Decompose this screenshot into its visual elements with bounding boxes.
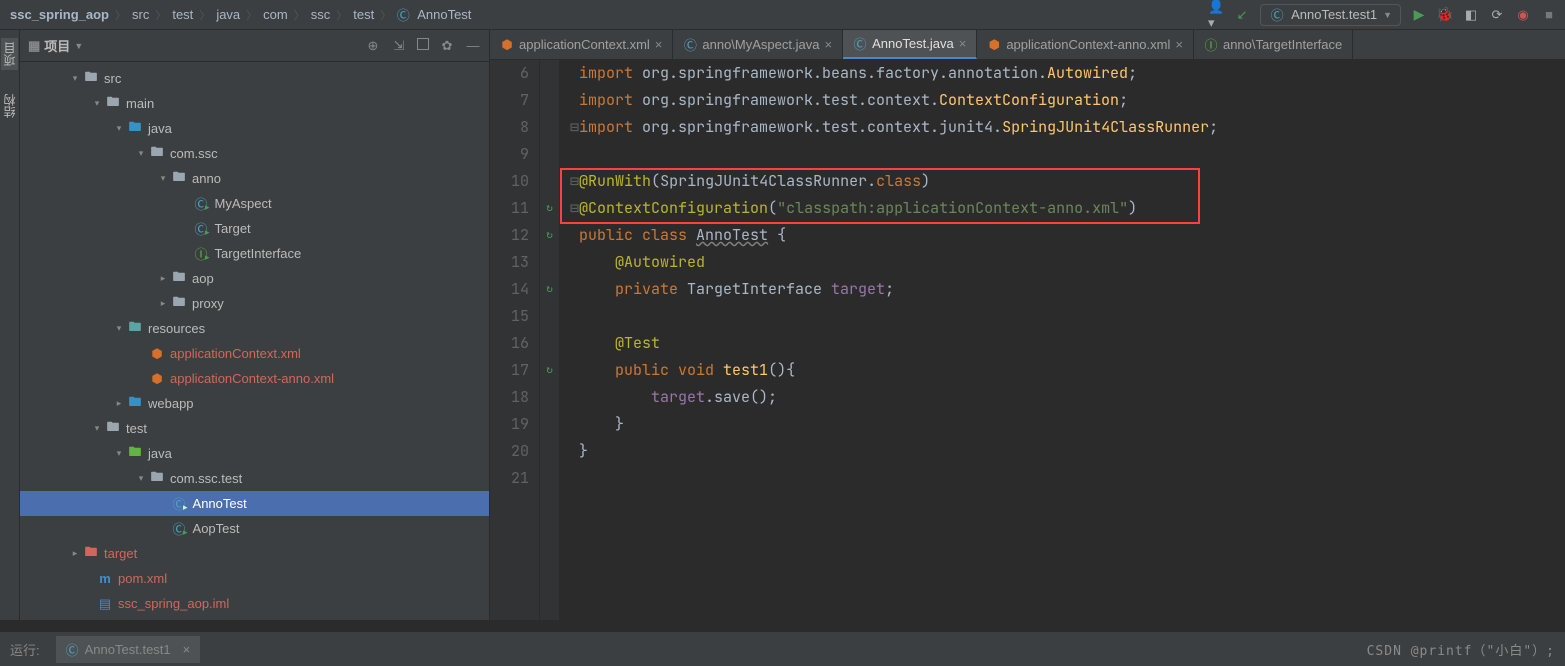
line-number-gutter: 6789101112131415161718192021 [490,60,540,620]
chevron-right-icon: 〉 [294,7,305,23]
tree-node-appctx-anno[interactable]: ⬢applicationContext-anno.xml [20,366,489,391]
breadcrumb: ssc_spring_aop 〉 src 〉 test 〉 java 〉 com… [8,7,1208,23]
breadcrumb-seg[interactable]: test [170,7,195,22]
project-tool-tab[interactable]: 项目 [1,38,18,70]
chevron-right-icon: 〉 [155,7,166,23]
build-icon[interactable]: ↙ [1234,7,1250,23]
user-icon[interactable]: 👤▾ [1208,7,1224,23]
gutter-icons: ↻ ↻ ↻ ↻ [540,60,560,620]
tree-node-java[interactable]: ▾🖿java [20,116,489,141]
debug-button[interactable]: 🐞 [1437,7,1453,23]
structure-tool-tab[interactable]: 结构 [1,90,18,122]
editor-area: ⬢applicationContext.xml× Ⓒanno\MyAspect.… [490,30,1565,620]
class-icon: Ⓒ [853,37,867,51]
project-tool-window: ▦ 项目 ▼ ⊕ ⇲ ✿ — ▾🖿src ▾🖿main ▾🖿java ▾🖿com… [20,30,490,620]
run-gutter-icon[interactable]: ↻ [540,222,559,249]
tree-node-target[interactable]: Ⓒ▸Target [20,216,489,241]
tree-node-myaspect[interactable]: Ⓒ▸MyAspect [20,191,489,216]
test-icon: Ⓒ [1269,7,1285,23]
chevron-right-icon: 〉 [380,7,391,23]
close-icon[interactable]: × [183,642,191,657]
run-button[interactable]: ▶ [1411,7,1427,23]
interface-icon: Ⓘ [1204,38,1218,52]
tree-node-targetinterface[interactable]: Ⓘ▸TargetInterface [20,241,489,266]
code-content[interactable]: import org.springframework.beans.factory… [560,60,1565,620]
chevron-right-icon: 〉 [246,7,257,23]
tree-node-aop[interactable]: ▸🖿aop [20,266,489,291]
tree-node-anno[interactable]: ▾🖿anno [20,166,489,191]
tree-node-iml[interactable]: ▤ssc_spring_aop.iml [20,591,489,616]
class-icon: Ⓒ [395,7,411,23]
tree-node-main[interactable]: ▾🖿main [20,91,489,116]
chevron-right-icon: 〉 [199,7,210,23]
settings-icon[interactable]: ✿ [439,38,455,54]
tree-node-webapp[interactable]: ▸🖿webapp [20,391,489,416]
chevron-down-icon: ▼ [1383,10,1392,20]
collapse-all-icon[interactable] [417,38,429,50]
tree-node-test[interactable]: ▾🖿test [20,416,489,441]
editor-tab[interactable]: Ⓘanno\TargetInterface [1194,30,1353,59]
close-icon[interactable]: × [824,37,832,52]
tree-node-resources[interactable]: ▾🖿resources [20,316,489,341]
close-icon[interactable]: × [959,36,967,51]
class-icon: Ⓒ [683,38,697,52]
coverage-button[interactable]: ◧ [1463,7,1479,23]
project-pane-title[interactable]: ▦ 项目 ▼ [28,36,83,55]
run-gutter-icon[interactable]: ↻ [540,276,559,303]
breadcrumb-seg[interactable]: com [261,7,290,22]
run-config-label: AnnoTest.test1 [1291,7,1377,22]
stop-all-button[interactable]: ■ [1541,7,1557,23]
tree-node-aoptest[interactable]: Ⓒ▸AopTest [20,516,489,541]
profile-button[interactable]: ⟳ [1489,7,1505,23]
navigation-bar: ssc_spring_aop 〉 src 〉 test 〉 java 〉 com… [0,0,1565,30]
tree-node-com-ssc-test[interactable]: ▾🖿com.ssc.test [20,466,489,491]
editor-tab-active[interactable]: ⒸAnnoTest.java× [843,30,977,59]
stop-button[interactable]: ◉ [1515,7,1531,23]
select-opened-file-icon[interactable]: ⊕ [365,38,381,54]
xml-icon: ⬢ [500,38,514,52]
chevron-right-icon: 〉 [115,7,126,23]
project-tree[interactable]: ▾🖿src ▾🖿main ▾🖿java ▾🖿com.ssc ▾🖿anno Ⓒ▸M… [20,62,489,620]
status-bar: 运行: Ⓒ AnnoTest.test1 × CSDN @printf（"小白"… [0,631,1565,666]
xml-icon: ⬢ [987,38,1001,52]
breadcrumb-seg[interactable]: src [130,7,151,22]
run-label: 运行: [10,640,40,659]
breadcrumb-file[interactable]: AnnoTest [415,7,473,22]
run-configuration-dropdown[interactable]: Ⓒ AnnoTest.test1 ▼ [1260,4,1401,26]
breadcrumb-seg[interactable]: java [214,7,242,22]
breadcrumb-seg[interactable]: test [351,7,376,22]
tree-node-proxy[interactable]: ▸🖿proxy [20,291,489,316]
close-icon[interactable]: × [655,37,663,52]
tree-node-test-java[interactable]: ▾🖿java [20,441,489,466]
run-gutter-icon[interactable]: ↻ [540,357,559,384]
tree-node-annotest[interactable]: Ⓒ▸AnnoTest [20,491,489,516]
editor-tabs: ⬢applicationContext.xml× Ⓒanno\MyAspect.… [490,30,1565,60]
editor-tab[interactable]: ⬢applicationContext-anno.xml× [977,30,1194,59]
code-editor[interactable]: 6789101112131415161718192021 ↻ ↻ ↻ ↻ imp… [490,60,1565,620]
editor-tab[interactable]: Ⓒanno\MyAspect.java× [673,30,843,59]
breadcrumb-root[interactable]: ssc_spring_aop [8,7,111,22]
expand-all-icon[interactable]: ⇲ [391,38,407,54]
chevron-right-icon: 〉 [336,7,347,23]
run-tab[interactable]: Ⓒ AnnoTest.test1 × [56,636,201,663]
test-icon: Ⓒ [66,640,79,659]
tool-window-stripe-left: 项目 结构 [0,30,20,620]
watermark: CSDN @printf（"小白"）; [1367,640,1555,659]
tree-node-appctx[interactable]: ⬢applicationContext.xml [20,341,489,366]
tree-node-src[interactable]: ▾🖿src [20,66,489,91]
breadcrumb-seg[interactable]: ssc [309,7,333,22]
close-icon[interactable]: × [1175,37,1183,52]
run-gutter-icon[interactable]: ↻ [540,195,559,222]
tree-node-target-dir[interactable]: ▸🖿target [20,541,489,566]
chevron-down-icon: ▼ [74,41,83,51]
tree-node-com-ssc[interactable]: ▾🖿com.ssc [20,141,489,166]
editor-tab[interactable]: ⬢applicationContext.xml× [490,30,673,59]
hide-icon[interactable]: — [465,38,481,54]
tree-node-pom[interactable]: mpom.xml [20,566,489,591]
